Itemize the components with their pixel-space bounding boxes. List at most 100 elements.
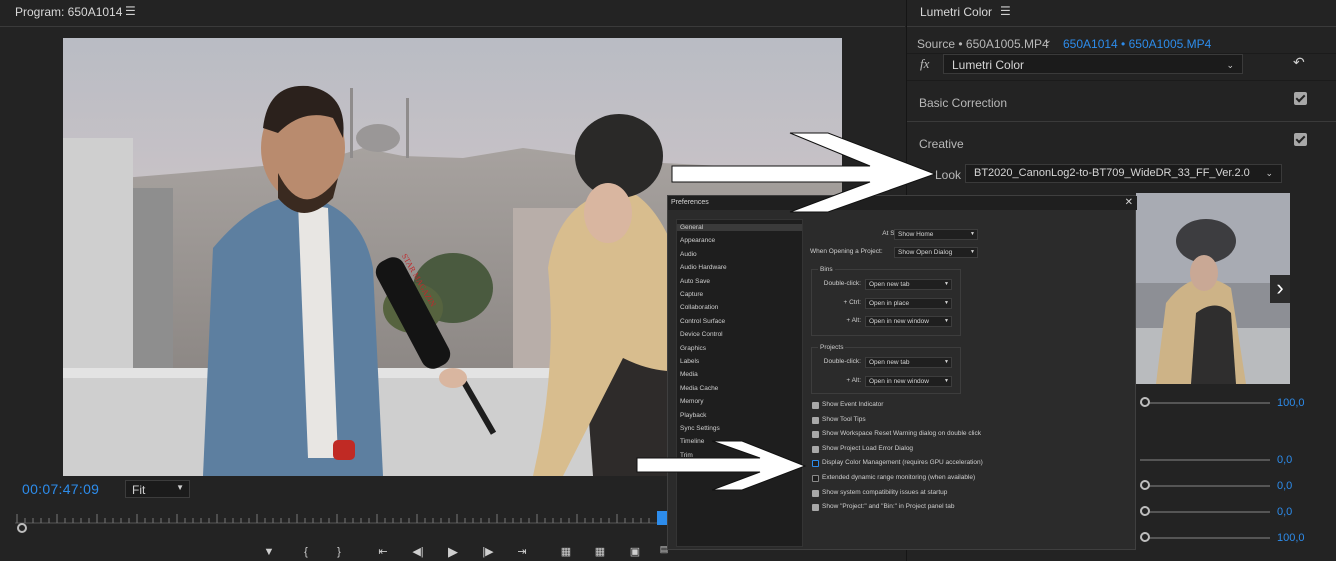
preferences-category-item[interactable]: Collaboration <box>680 304 718 311</box>
extract-icon[interactable]: ▦ <box>591 543 609 561</box>
preferences-category-item[interactable]: Control Surface <box>680 318 725 325</box>
preferences-category-item[interactable]: Auto Save <box>680 278 710 285</box>
divider <box>907 121 1336 122</box>
look-preview[interactable] <box>1136 193 1290 384</box>
creative-header[interactable]: Creative <box>919 137 964 151</box>
creative-checkbox[interactable] <box>1294 133 1307 146</box>
divider <box>907 80 1336 81</box>
preference-checkbox[interactable] <box>812 402 819 409</box>
projects-option-select[interactable]: Open in new window ▼ <box>865 375 952 387</box>
fx-label: fx <box>920 56 930 71</box>
at-startup-value: Show Home <box>898 231 934 238</box>
bins-option-select[interactable]: Open in place ▼ <box>865 297 952 309</box>
preferences-category-item[interactable]: Appearance <box>680 237 715 244</box>
sequence-clip-label[interactable]: 650A1014 • 650A1005.MP4 <box>1063 37 1211 51</box>
preferences-category-item[interactable]: Playback <box>680 412 706 419</box>
preferences-category-item[interactable]: General <box>677 224 802 231</box>
preferences-category-item[interactable]: Media Cache <box>680 385 718 392</box>
opening-project-value: Show Open Dialog <box>898 249 953 256</box>
bins-option-label: Double-click: <box>823 280 861 287</box>
chevron-down-icon: ▼ <box>176 483 184 492</box>
zoom-select[interactable]: Fit ▼ <box>125 480 190 498</box>
chevron-down-icon: ▼ <box>944 299 949 306</box>
projects-option-label: + Alt: <box>846 376 861 384</box>
preferences-title-bar[interactable]: Preferences ✕ <box>668 196 1137 210</box>
preferences-category-item[interactable]: Trim <box>680 452 693 459</box>
bins-option-select[interactable]: Open in new window ▼ <box>865 316 952 327</box>
intensity-value[interactable]: 100,0 <box>1277 397 1305 409</box>
zoom-scroll-handle[interactable] <box>17 523 27 533</box>
slider-value[interactable]: 0,0 <box>1277 454 1292 466</box>
basic-correction-header[interactable]: Basic Correction <box>919 96 1007 110</box>
lift-icon[interactable]: ▦ <box>557 543 575 561</box>
slider-track[interactable] <box>1140 459 1270 461</box>
go-to-out-icon[interactable]: ⇥ <box>513 543 531 561</box>
source-clip-label[interactable]: Source • 650A1005.MP4 <box>917 37 1049 51</box>
slider-value[interactable]: 0,0 <box>1277 480 1292 492</box>
basic-correction-checkbox[interactable] <box>1294 92 1307 105</box>
bins-option-select[interactable]: Open new tab ▼ <box>865 279 952 290</box>
program-panel-menu-icon[interactable]: ☰ <box>125 4 136 18</box>
preference-checkbox[interactable] <box>812 416 819 424</box>
lumetri-title[interactable]: Lumetri Color <box>920 5 992 19</box>
at-startup-select[interactable]: Show Home ▼ <box>894 229 978 240</box>
slider-knob[interactable] <box>1140 532 1150 542</box>
playhead-timecode[interactable]: 00:07:47:09 <box>22 481 99 497</box>
preference-checkbox[interactable] <box>812 460 819 468</box>
reset-icon[interactable]: ↶ <box>1293 54 1305 71</box>
preference-checkbox-label: Display Color Management (requires GPU a… <box>822 459 983 467</box>
slider-knob[interactable] <box>1140 480 1150 490</box>
effect-select[interactable]: Lumetri Color ⌄ <box>943 54 1243 74</box>
chevron-down-icon: ▼ <box>944 318 949 324</box>
preferences-category-item[interactable]: Audio <box>680 251 697 258</box>
chevron-down-icon[interactable]: ⌄ <box>1044 35 1052 46</box>
preferences-category-item[interactable]: Memory <box>680 398 703 405</box>
projects-option-select[interactable]: Open new tab ▼ <box>865 357 952 368</box>
time-ruler[interactable] <box>15 508 668 528</box>
intensity-slider-track[interactable] <box>1140 402 1270 404</box>
zoom-select-value: Fit <box>132 483 146 497</box>
play-icon[interactable]: ▶ <box>444 543 462 561</box>
effect-select-value: Lumetri Color <box>952 58 1025 72</box>
bins-option-value: Open in new window <box>869 318 929 325</box>
go-to-in-icon[interactable]: ⇤ <box>374 543 392 561</box>
add-marker-icon[interactable]: ▼ <box>260 543 278 561</box>
preferences-category-item[interactable]: Capture <box>680 291 703 298</box>
look-select-value: BT2020_CanonLog2-to-BT709_WideDR_33_FF_V… <box>974 167 1250 179</box>
panel-divider <box>907 26 1336 27</box>
preferences-category-item[interactable]: Sync Settings <box>680 425 720 432</box>
export-frame-icon[interactable]: ▣ <box>626 543 644 561</box>
lumetri-panel-menu-icon[interactable]: ☰ <box>1000 4 1011 18</box>
mark-out-icon[interactable]: } <box>330 543 348 561</box>
preference-checkbox[interactable] <box>812 489 819 497</box>
next-look-icon[interactable]: › <box>1270 275 1290 303</box>
preferences-category-item[interactable]: Media <box>680 371 698 378</box>
slider-track[interactable] <box>1140 537 1270 539</box>
preference-checkbox[interactable] <box>812 475 819 482</box>
preferences-category-item[interactable]: Labels <box>680 358 699 365</box>
slider-track[interactable] <box>1140 511 1270 513</box>
close-icon[interactable]: ✕ <box>1125 196 1133 210</box>
look-select[interactable]: BT2020_CanonLog2-to-BT709_WideDR_33_FF_V… <box>965 164 1282 183</box>
opening-project-select[interactable]: Show Open Dialog ▼ <box>894 247 978 258</box>
bins-option-value: Open in place <box>869 299 910 307</box>
slider-track[interactable] <box>1140 485 1270 487</box>
projects-option-label: Double-click: <box>823 358 861 365</box>
step-forward-icon[interactable]: |▶ <box>479 543 497 561</box>
preferences-category-item[interactable]: Device Control <box>680 331 723 338</box>
preference-checkbox[interactable] <box>812 431 819 439</box>
slider-value[interactable]: 0,0 <box>1277 506 1292 518</box>
mark-in-icon[interactable]: { <box>297 543 315 561</box>
slider-knob[interactable] <box>1140 506 1150 516</box>
slider-value[interactable]: 100,0 <box>1277 532 1305 544</box>
intensity-slider-knob[interactable] <box>1140 397 1150 407</box>
preference-checkbox[interactable] <box>812 504 819 512</box>
preference-checkbox[interactable] <box>812 445 819 453</box>
program-monitor-title[interactable]: Program: 650A1014 <box>15 5 122 19</box>
preference-checkbox-label: Show system compatibility issues at star… <box>822 488 948 496</box>
preferences-category-item[interactable]: Graphics <box>680 345 706 352</box>
preferences-category-item[interactable]: Timeline <box>680 438 704 445</box>
preference-checkbox-label: Extended dynamic range monitoring (when … <box>822 474 976 481</box>
preferences-category-item[interactable]: Audio Hardware <box>680 264 727 271</box>
step-back-icon[interactable]: ◀| <box>409 543 427 561</box>
